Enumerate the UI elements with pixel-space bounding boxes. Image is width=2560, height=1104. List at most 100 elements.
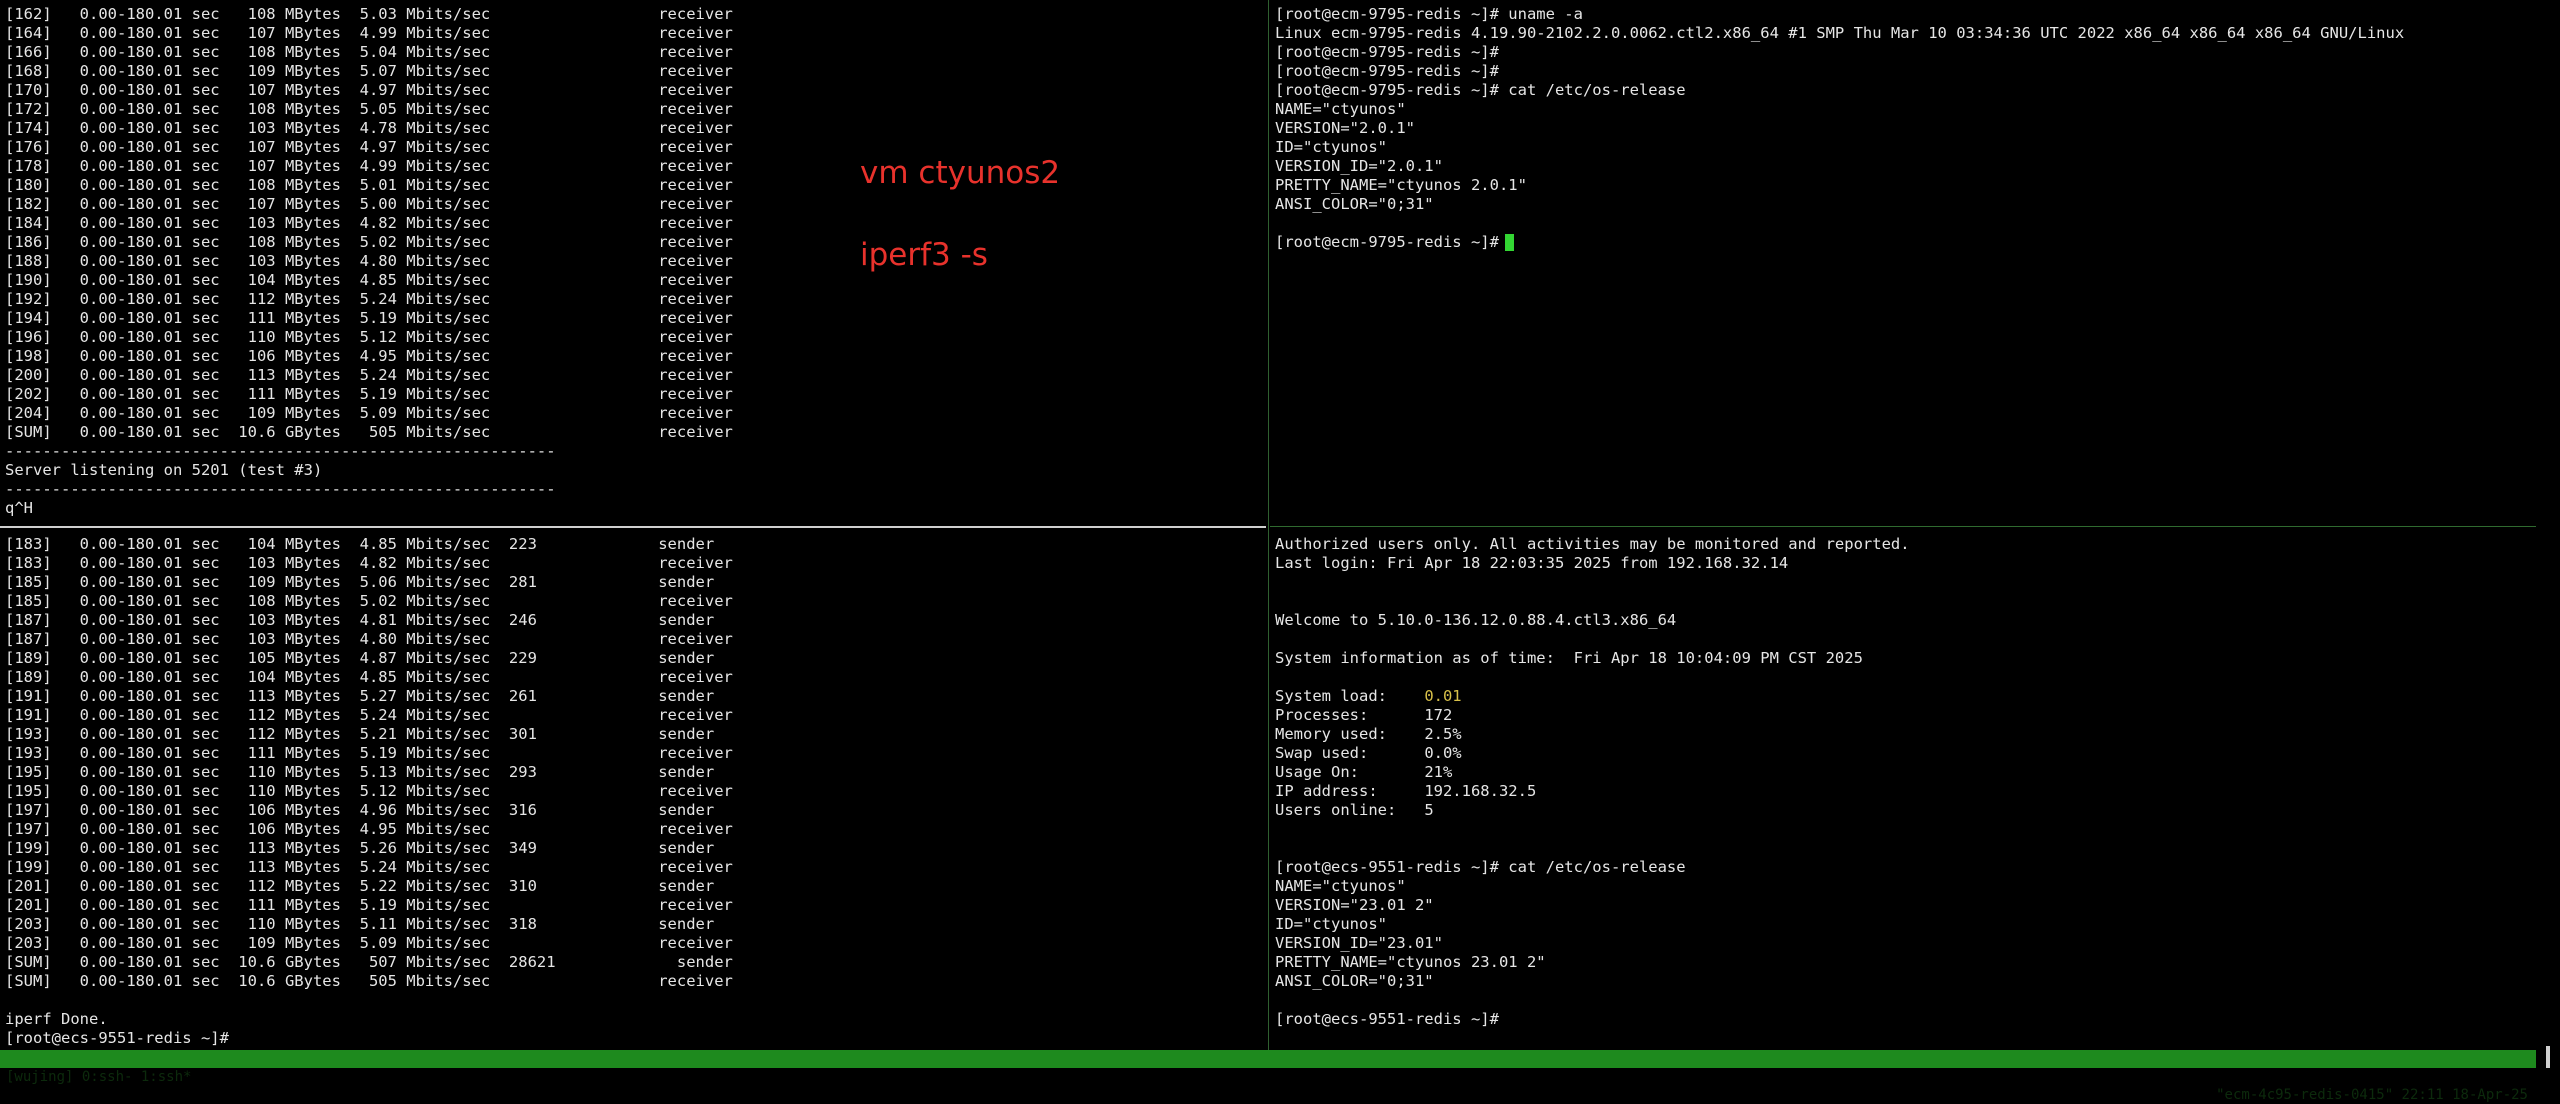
tmux-status-bar: [wujing] 0:ssh- 1:ssh* "ecm-4c95-redis-0… (0, 1050, 2536, 1103)
terminal-line: [198] 0.00-180.01 sec 106 MBytes 4.95 Mb… (5, 347, 733, 365)
terminal-line: q^H (5, 499, 33, 517)
pane-bottom-right[interactable]: Authorized users only. All activities ma… (1270, 530, 2536, 1050)
terminal-line: ANSI_COLOR="0;31" (1275, 972, 1434, 990)
terminal-line: NAME="ctyunos" (1275, 100, 1406, 118)
terminal-line: [SUM] 0.00-180.01 sec 10.6 GBytes 507 Mb… (5, 953, 733, 971)
terminal-line: VERSION_ID="2.0.1" (1275, 157, 1443, 175)
shell-prompt[interactable]: [root@ecm-9795-redis ~]# (1275, 233, 2404, 252)
sysinfo-value: 0.0% (1424, 744, 1462, 762)
terminal-line: [187] 0.00-180.01 sec 103 MBytes 4.80 Mb… (5, 630, 733, 648)
terminal-line: [182] 0.00-180.01 sec 107 MBytes 5.00 Mb… (5, 195, 733, 213)
terminal-output: Authorized users only. All activities ma… (1275, 535, 1910, 1029)
terminal-output: [162] 0.00-180.01 sec 108 MBytes 5.03 Mb… (5, 5, 733, 518)
terminal-line: [170] 0.00-180.01 sec 107 MBytes 4.97 Mb… (5, 81, 733, 99)
terminal-line: [SUM] 0.00-180.01 sec 10.6 GBytes 505 Mb… (5, 972, 733, 990)
sysinfo-label: System load: (1275, 687, 1425, 705)
terminal-line: [199] 0.00-180.01 sec 113 MBytes 5.24 Mb… (5, 858, 733, 876)
terminal-line: VERSION="23.01 2" (1275, 896, 1434, 914)
terminal-line: ID="ctyunos" (1275, 138, 1387, 156)
terminal-line: [185] 0.00-180.01 sec 109 MBytes 5.06 Mb… (5, 573, 715, 591)
pane-top-right[interactable]: [root@ecm-9795-redis ~]# uname -a Linux e… (1270, 0, 2536, 523)
pane-bottom-left[interactable]: [183] 0.00-180.01 sec 104 MBytes 4.85 Mb… (0, 530, 1266, 1050)
sysinfo-value: 192.168.32.5 (1424, 782, 1537, 800)
terminal-line: [178] 0.00-180.01 sec 107 MBytes 4.99 Mb… (5, 157, 733, 175)
terminal-line: [200] 0.00-180.01 sec 113 MBytes 5.24 Mb… (5, 366, 733, 384)
terminal-line: [180] 0.00-180.01 sec 108 MBytes 5.01 Mb… (5, 176, 733, 194)
terminal-line: [186] 0.00-180.01 sec 108 MBytes 5.02 Mb… (5, 233, 733, 251)
sysinfo-row: Usage On: 21% (1275, 763, 1910, 782)
sysinfo-label: Usage On: (1275, 763, 1425, 781)
terminal-output: [183] 0.00-180.01 sec 104 MBytes 4.85 Mb… (5, 535, 733, 1048)
terminal-line: [193] 0.00-180.01 sec 112 MBytes 5.21 Mb… (5, 725, 715, 743)
annotation-line-1: vm ctyunos2 (860, 155, 1061, 191)
window-list[interactable]: [wujing] 0:ssh- 1:ssh* (6, 1068, 191, 1086)
terminal-line: [197] 0.00-180.01 sec 106 MBytes 4.96 Mb… (5, 801, 715, 819)
sysinfo-row: IP address: 192.168.32.5 (1275, 782, 1910, 801)
terminal-line: VERSION_ID="23.01" (1275, 934, 1443, 952)
terminal-line: [202] 0.00-180.01 sec 111 MBytes 5.19 Mb… (5, 385, 733, 403)
sysinfo-row: Swap used: 0.0% (1275, 744, 1910, 763)
terminal-line: [190] 0.00-180.01 sec 104 MBytes 4.85 Mb… (5, 271, 733, 289)
terminal-line: iperf Done. (5, 1010, 108, 1028)
pane-divider-vertical[interactable] (1268, 0, 1269, 1050)
terminal-line: Authorized users only. All activities ma… (1275, 535, 1910, 553)
terminal-line: [176] 0.00-180.01 sec 107 MBytes 4.97 Mb… (5, 138, 733, 156)
scrollbar-thumb[interactable] (2546, 1046, 2550, 1068)
terminal-line: [189] 0.00-180.01 sec 105 MBytes 4.87 Mb… (5, 649, 715, 667)
terminal-line: [204] 0.00-180.01 sec 109 MBytes 5.09 Mb… (5, 404, 733, 422)
pane-top-left[interactable]: [162] 0.00-180.01 sec 108 MBytes 5.03 Mb… (0, 0, 1266, 523)
terminal-line: [199] 0.00-180.01 sec 113 MBytes 5.26 Mb… (5, 839, 715, 857)
terminal-line: [189] 0.00-180.01 sec 104 MBytes 4.85 Mb… (5, 668, 733, 686)
terminal-line: [195] 0.00-180.01 sec 110 MBytes 5.12 Mb… (5, 782, 733, 800)
terminal-line: Welcome to 5.10.0-136.12.0.88.4.ctl3.x86… (1275, 611, 1677, 629)
terminal-line: Linux ecm-9795-redis 4.19.90-2102.2.0.00… (1275, 24, 2405, 42)
sysinfo-row: System load: 0.01 (1275, 687, 1910, 706)
terminal-line: ANSI_COLOR="0;31" (1275, 195, 1434, 213)
terminal-line: [root@ecm-9795-redis ~]# (1275, 62, 1499, 80)
terminal-line: [183] 0.00-180.01 sec 104 MBytes 4.85 Mb… (5, 535, 715, 553)
terminal-line: [root@ecs-9551-redis ~]# cat /etc/os-rel… (1275, 858, 1686, 876)
terminal-line: [185] 0.00-180.01 sec 108 MBytes 5.02 Mb… (5, 592, 733, 610)
terminal-line: [root@ecm-9795-redis ~]# (1275, 43, 1499, 61)
terminal-line: Last login: Fri Apr 18 22:03:35 2025 fro… (1275, 554, 1789, 572)
terminal-line: [203] 0.00-180.01 sec 110 MBytes 5.11 Mb… (5, 915, 715, 933)
terminal-output: [root@ecm-9795-redis ~]# uname -a Linux e… (1275, 5, 2404, 252)
terminal-line: ----------------------------------------… (5, 480, 556, 498)
sysinfo-value: 5 (1424, 801, 1434, 819)
sysinfo-row: Memory used: 2.5% (1275, 725, 1910, 744)
terminal-line: [174] 0.00-180.01 sec 103 MBytes 4.78 Mb… (5, 119, 733, 137)
terminal-line: ID="ctyunos" (1275, 915, 1387, 933)
terminal-line: PRETTY_NAME="ctyunos 2.0.1" (1275, 176, 1527, 194)
terminal-line: [166] 0.00-180.01 sec 108 MBytes 5.04 Mb… (5, 43, 733, 61)
pane-divider-horizontal[interactable] (1270, 526, 2536, 527)
terminal-line: [191] 0.00-180.01 sec 112 MBytes 5.24 Mb… (5, 706, 733, 724)
annotation-overlay: vm ctyunos2 iperf3 -s (860, 153, 1060, 317)
sysinfo-label: IP address: (1275, 782, 1425, 800)
terminal-line: [191] 0.00-180.01 sec 113 MBytes 5.27 Mb… (5, 687, 715, 705)
sysinfo-value: 21% (1424, 763, 1453, 781)
terminal-line: [SUM] 0.00-180.01 sec 10.6 GBytes 505 Mb… (5, 423, 733, 441)
terminal-line: [193] 0.00-180.01 sec 111 MBytes 5.19 Mb… (5, 744, 733, 762)
sysinfo-value: 2.5% (1424, 725, 1462, 743)
terminal-line: [168] 0.00-180.01 sec 109 MBytes 5.07 Mb… (5, 62, 733, 80)
terminal-line: [201] 0.00-180.01 sec 111 MBytes 5.19 Mb… (5, 896, 733, 914)
terminal-line: ----------------------------------------… (5, 442, 556, 460)
pane-divider-horizontal-active[interactable] (0, 526, 1266, 528)
terminal-line: [195] 0.00-180.01 sec 110 MBytes 5.13 Mb… (5, 763, 715, 781)
terminal-line: PRETTY_NAME="ctyunos 23.01 2" (1275, 953, 1546, 971)
terminal-line: [196] 0.00-180.01 sec 110 MBytes 5.12 Mb… (5, 328, 733, 346)
terminal-line: [203] 0.00-180.01 sec 109 MBytes 5.09 Mb… (5, 934, 733, 952)
host-clock: "ecm-4c95-redis-0415" 22:11 18-Apr-25 (2216, 1087, 2528, 1103)
terminal-line: Server listening on 5201 (test #3) (5, 461, 323, 479)
terminal-line: [172] 0.00-180.01 sec 108 MBytes 5.05 Mb… (5, 100, 733, 118)
terminal-line: [188] 0.00-180.01 sec 103 MBytes 4.80 Mb… (5, 252, 733, 270)
terminal-line: [root@ecm-9795-redis ~]# cat /etc/os-rel… (1275, 81, 1686, 99)
sysinfo-row: Processes: 172 (1275, 706, 1910, 725)
terminal-line: [201] 0.00-180.01 sec 112 MBytes 5.22 Mb… (5, 877, 715, 895)
